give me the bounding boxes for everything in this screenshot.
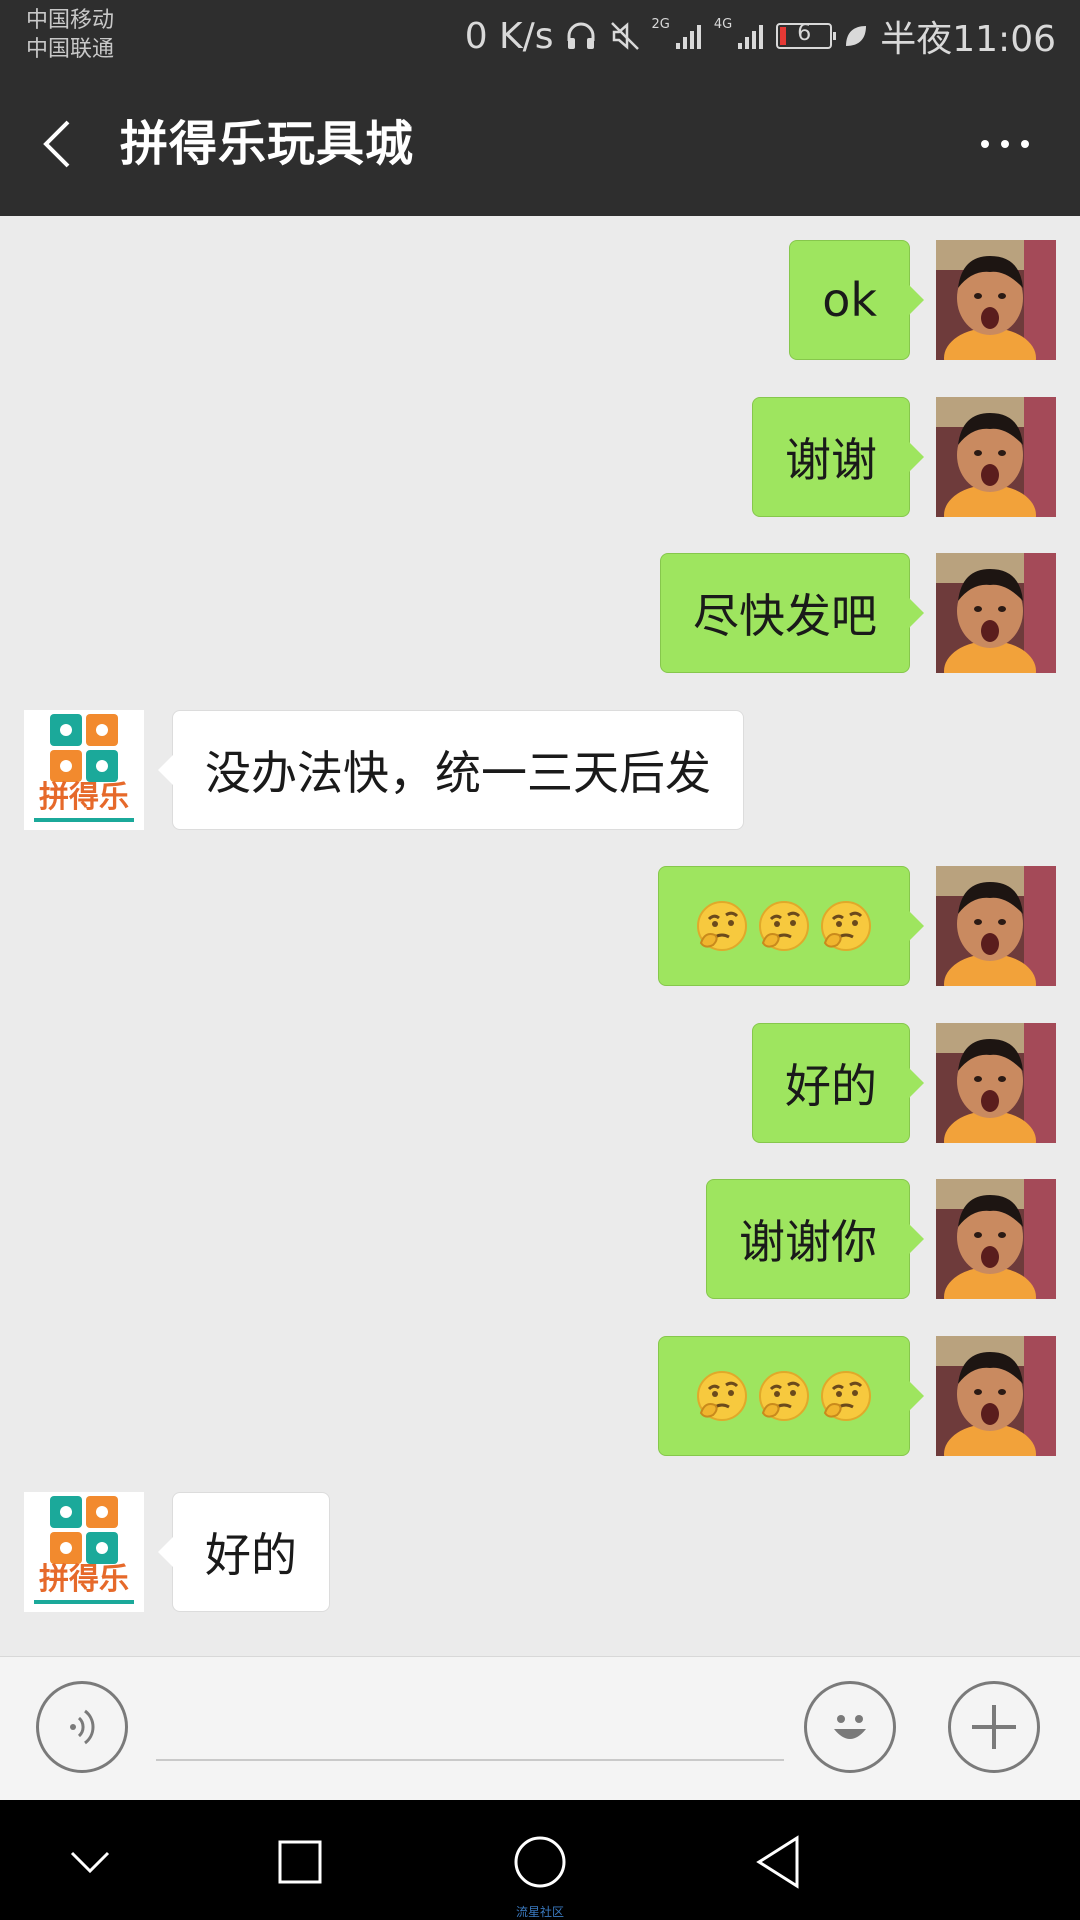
voice-input-button[interactable] <box>36 1681 128 1773</box>
message-row-right: 谢谢 <box>0 397 1080 517</box>
message-row-right: 谢谢你 <box>0 1179 1080 1299</box>
circle-icon <box>514 1836 566 1888</box>
my-avatar[interactable] <box>936 1179 1056 1299</box>
emoji-button[interactable] <box>804 1681 896 1773</box>
mute-icon <box>610 22 639 50</box>
thinking-face-icon <box>697 1371 747 1421</box>
home-button[interactable] <box>512 1834 568 1890</box>
shop-avatar[interactable]: 拼得乐 <box>24 1492 144 1612</box>
shop-avatar[interactable]: 拼得乐 <box>24 710 144 830</box>
triangle-back-icon <box>756 1835 799 1889</box>
voice-icon <box>70 1709 95 1745</box>
message-row-right <box>0 1336 1080 1456</box>
message-row-right: ok <box>0 240 1080 360</box>
my-avatar[interactable] <box>936 1023 1056 1143</box>
thinking-face-icon <box>759 1371 809 1421</box>
signal-1-type: 2G <box>651 16 670 32</box>
my-avatar[interactable] <box>936 1336 1056 1456</box>
status-bar: 中国移动 中国联通 0 K/s 2G 4G 6 半夜11:06 <box>0 0 1080 72</box>
plus-icon <box>972 1705 1016 1749</box>
message-text: 没办法快，统一三天后发 <box>205 746 711 800</box>
message-bubble[interactable]: 没办法快，统一三天后发 <box>158 710 744 830</box>
my-avatar[interactable] <box>936 866 1056 986</box>
message-bubble[interactable] <box>658 1336 924 1456</box>
signal-1-icon <box>675 25 701 49</box>
thinking-face-icon <box>697 901 747 951</box>
message-bubble[interactable]: 谢谢你 <box>706 1179 924 1299</box>
thinking-face-icon <box>821 901 871 951</box>
message-text: ok <box>822 273 877 327</box>
headphones-icon <box>567 22 595 49</box>
chevron-down-icon <box>70 1851 110 1874</box>
shop-logo-text: 拼得乐 <box>39 1562 129 1597</box>
navigation-bar: 流星社区 <box>0 1800 1080 1920</box>
my-avatar[interactable] <box>936 397 1056 517</box>
message-bubble[interactable] <box>658 866 924 986</box>
message-row-left: 拼得乐 没办法快，统一三天后发 <box>0 710 1080 830</box>
smiley-icon <box>834 1715 866 1739</box>
chevron-left-icon <box>43 120 70 168</box>
battery-level: 6 <box>797 21 812 46</box>
message-text: 谢谢 <box>785 433 877 487</box>
message-row-left: 拼得乐 好的 <box>0 1492 1080 1612</box>
shop-logo-text: 拼得乐 <box>39 780 129 815</box>
leaf-icon <box>846 26 867 46</box>
input-bar <box>0 1656 1080 1801</box>
more-dot-icon <box>1021 140 1029 148</box>
message-bubble[interactable]: 谢谢 <box>752 397 924 517</box>
more-options-button[interactable] <box>970 122 1040 166</box>
message-text: 谢谢你 <box>739 1215 877 1269</box>
carrier-1: 中国移动 <box>26 8 115 33</box>
message-row-right: 尽快发吧 <box>0 553 1080 673</box>
more-dot-icon <box>981 140 989 148</box>
battery-icon: 6 <box>776 21 837 49</box>
message-text: 好的 <box>785 1059 877 1113</box>
signal-2-type: 4G <box>713 16 733 32</box>
thinking-face-icon <box>821 1371 871 1421</box>
my-avatar[interactable] <box>936 240 1056 360</box>
nav-back-button[interactable] <box>750 1834 806 1890</box>
hide-nav-button[interactable] <box>62 1834 118 1890</box>
message-text: 好的 <box>205 1528 297 1582</box>
thinking-face-icon <box>759 901 809 951</box>
status-icons: 0 K/s 2G 4G 6 半夜11:06 <box>464 14 1056 61</box>
my-avatar[interactable] <box>936 553 1056 673</box>
message-input[interactable] <box>156 1697 784 1761</box>
recent-apps-button[interactable] <box>272 1834 328 1890</box>
chat-title: 拼得乐玩具城 <box>120 116 415 172</box>
message-row-right: 好的 <box>0 1023 1080 1143</box>
back-button[interactable] <box>30 112 90 176</box>
message-bubble[interactable]: 好的 <box>752 1023 924 1143</box>
message-bubble[interactable]: 好的 <box>158 1492 330 1612</box>
more-features-button[interactable] <box>948 1681 1040 1773</box>
message-bubble[interactable]: 尽快发吧 <box>660 553 924 673</box>
carrier-info: 中国移动 中国联通 <box>26 6 114 64</box>
carrier-2: 中国联通 <box>26 37 115 62</box>
signal-2-icon <box>738 25 764 49</box>
chat-list[interactable]: ok 谢谢 尽快发吧 拼得乐 没办法快，统一三天后发 好的 谢谢你 拼得乐 好的 <box>0 216 1080 1656</box>
square-icon <box>278 1840 322 1884</box>
message-bubble[interactable]: ok <box>789 240 924 360</box>
chat-header: 拼得乐玩具城 <box>0 72 1080 216</box>
clock: 半夜11:06 <box>880 19 1056 60</box>
message-row-right <box>0 866 1080 986</box>
net-speed: 0 K/s <box>464 15 554 57</box>
watermark: 流星社区 <box>515 1905 564 1919</box>
message-text: 尽快发吧 <box>693 589 877 643</box>
more-dot-icon <box>1001 140 1009 148</box>
